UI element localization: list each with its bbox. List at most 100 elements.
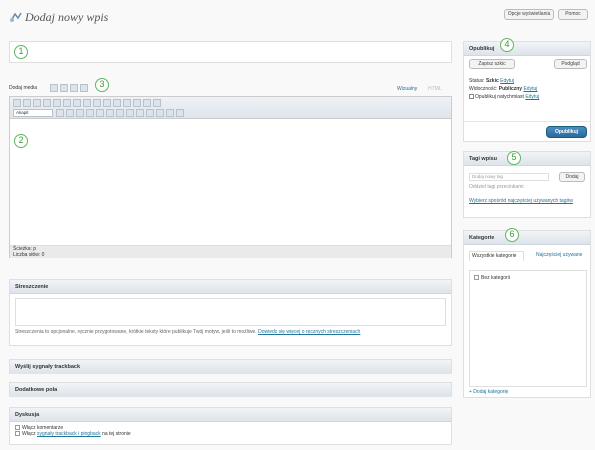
choose-tags-link[interactable]: Wybierz spośród najczęściej używanych ta…: [469, 198, 579, 204]
discussion-title[interactable]: Dyskusja: [10, 408, 451, 422]
callout-5: 5: [507, 151, 521, 165]
number-list-icon[interactable]: [53, 99, 61, 107]
callout-6: 6: [505, 228, 519, 242]
editor-content[interactable]: [10, 119, 451, 245]
callout-4: 4: [500, 38, 514, 52]
publish-title[interactable]: Opublikuj: [464, 42, 590, 56]
format-select-value: Akapit: [16, 110, 29, 115]
align-left-icon[interactable]: [73, 99, 81, 107]
custom-fields-title[interactable]: Dodatkowe pola: [10, 383, 451, 397]
allow-pings-suffix: na tej stronie: [100, 431, 131, 437]
spellcheck-icon[interactable]: [133, 99, 141, 107]
status-edit-link[interactable]: Edytuj: [500, 78, 514, 84]
publish-now-edit-link[interactable]: Edytuj: [525, 94, 539, 100]
bullet-list-icon[interactable]: [43, 99, 51, 107]
special-char-icon[interactable]: [126, 109, 134, 117]
allow-comments-checkbox[interactable]: [15, 425, 20, 431]
custom-fields-box: Dodatkowe pola: [9, 382, 452, 397]
page-title: Dodaj nowy wpis: [25, 10, 109, 24]
tags-input[interactable]: Dodaj nowy tag: [469, 173, 549, 181]
justify-icon[interactable]: [66, 109, 74, 117]
excerpt-title[interactable]: Streszczenie: [10, 280, 451, 294]
paste-text-icon[interactable]: [86, 109, 94, 117]
categories-title[interactable]: Kategorie: [464, 231, 590, 245]
quote-icon[interactable]: [63, 99, 71, 107]
trackbacks-box: Wyślij sygnały trackback: [9, 359, 452, 374]
upload-icons[interactable]: [50, 84, 90, 92]
tags-hint: Oddziel tagi przecinkami: [469, 184, 524, 190]
tab-visual[interactable]: Wizualny: [397, 86, 417, 92]
tags-box: Tagi wpisu Dodaj nowy tag Dodaj Oddziel …: [463, 151, 591, 218]
allow-comments-row: Włącz komentarze: [10, 422, 451, 431]
more-icon[interactable]: [123, 99, 131, 107]
unlink-icon[interactable]: [113, 99, 121, 107]
format-select[interactable]: Akapit: [13, 109, 53, 117]
publish-box: Opublikuj Zapisz szkic Podgląd Status: S…: [463, 41, 591, 142]
preview-button[interactable]: Podgląd: [554, 59, 587, 69]
help-icon[interactable]: [176, 109, 184, 117]
italic-icon[interactable]: [23, 99, 31, 107]
allow-pings-checkbox[interactable]: [15, 431, 20, 437]
publish-now-label: Opublikuj natychmiast: [475, 94, 524, 100]
status-label: Status:: [469, 78, 485, 84]
allow-pings-link[interactable]: sygnały trackback i pingback: [37, 431, 101, 437]
visibility-value: Publiczny: [498, 86, 523, 92]
trackbacks-title[interactable]: Wyślij sygnały trackback: [10, 360, 451, 374]
excerpt-learn-more-link[interactable]: Dowiedz się więcej o ręcznych streszczen…: [258, 329, 360, 335]
allow-pings-prefix: Włącz: [22, 431, 37, 437]
redo-icon[interactable]: [166, 109, 174, 117]
add-category-link[interactable]: + Dodaj kategorię: [469, 389, 508, 395]
visibility-label: Widoczność:: [469, 86, 498, 92]
toolbar-row-2: Akapit: [13, 109, 448, 118]
category-label: Bez kategorii: [481, 275, 510, 281]
underline-icon[interactable]: [56, 109, 64, 117]
image-icon[interactable]: [50, 84, 58, 92]
title-input[interactable]: [9, 41, 452, 63]
excerpt-box: Streszczenie Streszczenia to opcjonalne,…: [9, 279, 452, 346]
tags-title[interactable]: Tagi wpisu: [464, 152, 590, 166]
publish-button[interactable]: Opublikuj: [546, 126, 587, 138]
callout-2: 2: [14, 134, 28, 148]
clear-format-icon[interactable]: [106, 109, 114, 117]
category-list: Bez kategorii: [469, 270, 587, 387]
visibility-edit-link[interactable]: Edytuj: [523, 86, 537, 92]
tab-html[interactable]: HTML: [428, 86, 442, 92]
excerpt-textarea[interactable]: [15, 298, 446, 326]
tags-input-placeholder: Dodaj nowy tag: [472, 174, 504, 179]
publish-divider: [464, 121, 590, 122]
paste-word-icon[interactable]: [96, 109, 104, 117]
editor-box: Akapit Ścieżka: p Liczba słów: 0: [9, 96, 452, 258]
help-button[interactable]: Pomoc: [558, 9, 588, 20]
toolbar-row-1: [13, 99, 448, 108]
video-icon[interactable]: [60, 84, 68, 92]
bold-icon[interactable]: [13, 99, 21, 107]
category-item[interactable]: Bez kategorii: [474, 275, 582, 281]
category-checkbox[interactable]: [474, 275, 479, 281]
publish-status-row: Status: Szkic Edytuj: [469, 78, 514, 84]
category-tab-popular[interactable]: Najczęściej używane: [536, 252, 586, 258]
category-tab-all[interactable]: Wszystkie kategorie: [469, 251, 524, 261]
audio-icon[interactable]: [70, 84, 78, 92]
fullscreen-icon[interactable]: [143, 99, 151, 107]
text-color-icon[interactable]: [76, 109, 84, 117]
strikethrough-icon[interactable]: [33, 99, 41, 107]
link-icon[interactable]: [103, 99, 111, 107]
outdent-icon[interactable]: [136, 109, 144, 117]
editor-footer: Ścieżka: p Liczba słów: 0: [10, 245, 451, 258]
undo-icon[interactable]: [156, 109, 164, 117]
status-value: Szkic: [485, 78, 499, 84]
kitchen-sink-icon[interactable]: [153, 99, 161, 107]
add-tag-button[interactable]: Dodaj: [559, 172, 585, 182]
discussion-box: Dyskusja Włącz komentarze Włącz sygnały …: [9, 407, 452, 445]
indent-icon[interactable]: [146, 109, 154, 117]
calendar-icon: [469, 94, 474, 100]
save-draft-button[interactable]: Zapisz szkic: [469, 59, 515, 69]
align-right-icon[interactable]: [93, 99, 101, 107]
editor-toolbar: Akapit: [10, 97, 451, 119]
screen-options-button[interactable]: Opcje wyświetlania: [504, 9, 554, 20]
align-center-icon[interactable]: [83, 99, 91, 107]
publish-schedule-row: Opublikuj natychmiast Edytuj: [469, 94, 539, 100]
media-icon[interactable]: [80, 84, 88, 92]
excerpt-description: Streszczenia to opcjonalne, ręcznie przy…: [15, 329, 257, 335]
media-embed-icon[interactable]: [116, 109, 124, 117]
